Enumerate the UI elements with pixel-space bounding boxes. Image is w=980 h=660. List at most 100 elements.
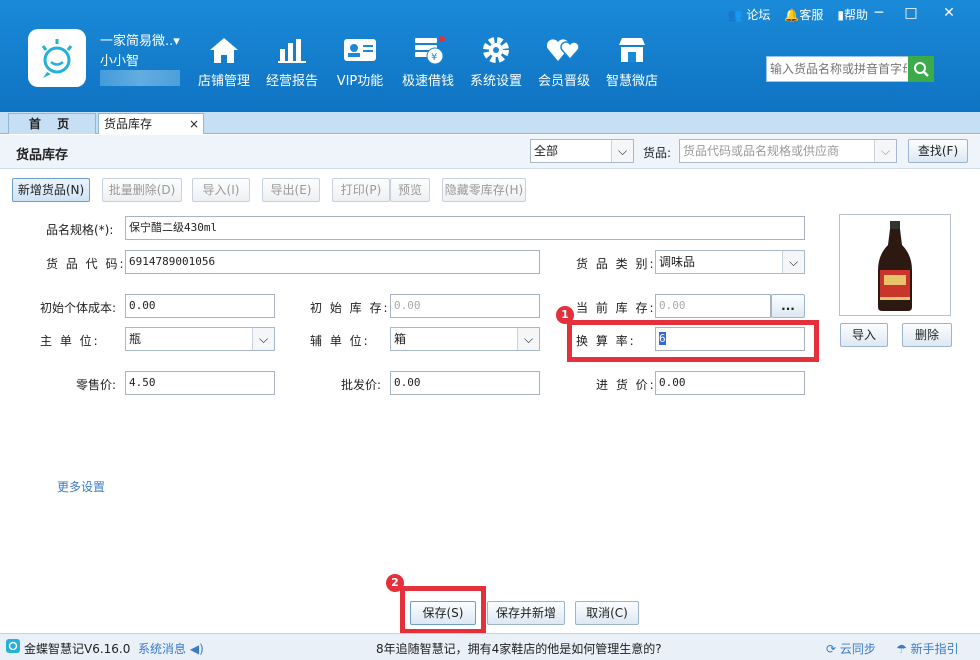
forum-link[interactable]: 👥 论坛 <box>728 6 771 23</box>
nav-quick-loan[interactable]: ¥ 极速借钱 <box>394 30 462 89</box>
maximize-button[interactable]: □ <box>898 5 924 21</box>
nav-store-management[interactable]: 店铺管理 <box>190 30 258 89</box>
retail-price-label: 零售价: <box>76 378 117 392</box>
purchase-price-label: 进 货 价: <box>596 378 656 392</box>
speaker-icon: ◀) <box>189 642 204 656</box>
app-version: 金蝶智慧记V6.16.0 <box>24 642 131 656</box>
wholesale-price-label: 批发价: <box>341 378 382 392</box>
system-messages-link[interactable]: 系统消息 ◀) <box>138 640 204 657</box>
nav-member-upgrade[interactable]: 会员晋级 <box>530 30 598 89</box>
image-import-button[interactable]: 导入 <box>840 323 888 347</box>
nav-label: 智慧微店 <box>605 74 658 89</box>
init-stock-label: 初 始 库 存: <box>310 301 390 315</box>
nav-label: 会员晋级 <box>537 74 590 89</box>
save-and-new-button[interactable]: 保存并新增 <box>487 601 565 625</box>
home-icon <box>190 30 258 70</box>
product-image <box>839 214 951 316</box>
goods-label: 货品: <box>643 146 672 160</box>
code-field[interactable]: 6914789001056 <box>125 250 540 274</box>
users-icon: 👥 <box>727 8 743 22</box>
more-settings-link[interactable]: 更多设置 <box>57 478 105 495</box>
guide-label: 新手指引 <box>910 642 959 656</box>
image-delete-button[interactable]: 删除 <box>902 323 952 347</box>
service-link[interactable]: 🔔客服 <box>784 6 823 23</box>
main-unit-label: 主 单 位: <box>40 334 100 348</box>
chevron-down-icon: ⌵ <box>252 328 274 350</box>
tab-label: 货品库存 <box>104 117 153 131</box>
aux-unit-select[interactable]: 箱 ⌵ <box>390 327 540 351</box>
page-title: 货品库存 <box>16 148 69 163</box>
app-small-icon <box>6 639 20 656</box>
nav-smart-shop[interactable]: 智慧微店 <box>598 30 666 89</box>
print-button[interactable]: 打印(P) <box>332 178 390 202</box>
new-goods-button[interactable]: 新增货品(N) <box>12 178 90 202</box>
init-stock-field[interactable]: 0.00 <box>390 294 540 318</box>
nav-label: VIP功能 <box>336 74 384 89</box>
import-button[interactable]: 导入(I) <box>192 178 250 202</box>
forum-label: 论坛 <box>746 8 771 22</box>
category-select[interactable]: 调味品 ⌵ <box>655 250 805 274</box>
top-links: 👥 论坛 🔔客服 ▮帮助 <box>728 6 868 23</box>
user-name: 小小智 <box>100 54 140 69</box>
app-header: 一家简易微..▾ 小小智 店铺管理 经营报告 VIP功能 ¥ 极速借钱 系统设置… <box>0 0 980 112</box>
shop-switcher[interactable]: 一家简易微..▾ <box>100 30 180 49</box>
goods-placeholder: 货品代码或品名规格或供应商 <box>683 144 840 158</box>
shop-icon <box>598 30 666 70</box>
name-field[interactable]: 保宁醋二级430ml <box>125 216 805 240</box>
system-messages-label: 系统消息 <box>138 642 187 656</box>
search-input[interactable] <box>767 57 907 81</box>
preview-button[interactable]: 预览 <box>390 178 430 202</box>
wholesale-price-field[interactable]: 0.00 <box>390 371 540 395</box>
cloud-sync-link[interactable]: ⟳ 云同步 <box>826 640 876 657</box>
nav-system-settings[interactable]: 系统设置 <box>462 30 530 89</box>
search-button[interactable] <box>908 56 934 82</box>
category-value: 调味品 <box>659 255 696 269</box>
save-button[interactable]: 保存(S) <box>410 601 476 625</box>
current-stock-label: 当 前 库 存: <box>576 301 656 315</box>
ad-banner-text[interactable]: 8年追随智慧记，拥有4家鞋店的他是如何管理生意的? <box>376 640 662 657</box>
purchase-price-field[interactable]: 0.00 <box>655 371 805 395</box>
bar-chart-icon <box>258 30 326 70</box>
bell-icon: 🔔 <box>784 8 800 22</box>
sync-icon: ⟳ <box>826 642 837 656</box>
tab-home[interactable]: 首 页 <box>8 113 96 134</box>
cancel-button[interactable]: 取消(C) <box>575 601 639 625</box>
help-link[interactable]: ▮帮助 <box>837 6 868 23</box>
close-tab-icon[interactable]: × <box>189 114 199 134</box>
step-badge-2: 2 <box>386 574 404 592</box>
money-icon: ¥ <box>394 30 462 70</box>
hide-zero-stock-button[interactable]: 隐藏零库存(H) <box>442 178 526 202</box>
main-nav: 店铺管理 经营报告 VIP功能 ¥ 极速借钱 系统设置 会员晋级 智慧微店 <box>190 30 666 89</box>
chevron-down-icon: ⌵ <box>611 140 633 162</box>
find-button[interactable]: 查找(F) <box>908 139 968 163</box>
nav-label: 店铺管理 <box>197 74 250 89</box>
status-bar: 金蝶智慧记V6.16.0 系统消息 ◀) 8年追随智慧记，拥有4家鞋店的他是如何… <box>0 633 980 660</box>
blurred-account <box>100 70 180 86</box>
filter-select[interactable]: 全部 ⌵ <box>530 139 634 163</box>
step-badge-1: 1 <box>556 306 574 324</box>
aux-unit-label: 辅 单 位: <box>310 334 370 348</box>
nav-business-report[interactable]: 经营报告 <box>258 30 326 89</box>
retail-price-field[interactable]: 4.50 <box>125 371 275 395</box>
goods-search-select[interactable]: 货品代码或品名规格或供应商 ⌵ <box>679 139 897 163</box>
beginner-guide-link[interactable]: ☂ 新手指引 <box>896 640 959 657</box>
nav-vip[interactable]: VIP功能 <box>326 30 394 89</box>
export-button[interactable]: 导出(E) <box>262 178 320 202</box>
vip-card-icon <box>326 30 394 70</box>
stock-detail-button[interactable]: ... <box>771 294 805 318</box>
nav-label: 系统设置 <box>469 74 522 89</box>
help-label: 帮助 <box>843 8 868 22</box>
batch-delete-button[interactable]: 批量删除(D) <box>102 178 182 202</box>
main-unit-select[interactable]: 瓶 ⌵ <box>125 327 275 351</box>
sync-label: 云同步 <box>839 642 876 656</box>
guide-icon: ☂ <box>896 642 907 656</box>
code-label: 货 品 代 码: <box>46 257 126 271</box>
header-search <box>766 56 934 82</box>
main-unit-value: 瓶 <box>129 332 142 346</box>
close-window-button[interactable]: ✕ <box>936 5 962 21</box>
hearts-icon <box>530 30 598 70</box>
minimize-button[interactable]: ─ <box>866 5 892 21</box>
nav-label: 极速借钱 <box>401 74 454 89</box>
init-cost-field[interactable]: 0.00 <box>125 294 275 318</box>
tab-goods-stock[interactable]: 货品库存 × <box>98 113 204 134</box>
